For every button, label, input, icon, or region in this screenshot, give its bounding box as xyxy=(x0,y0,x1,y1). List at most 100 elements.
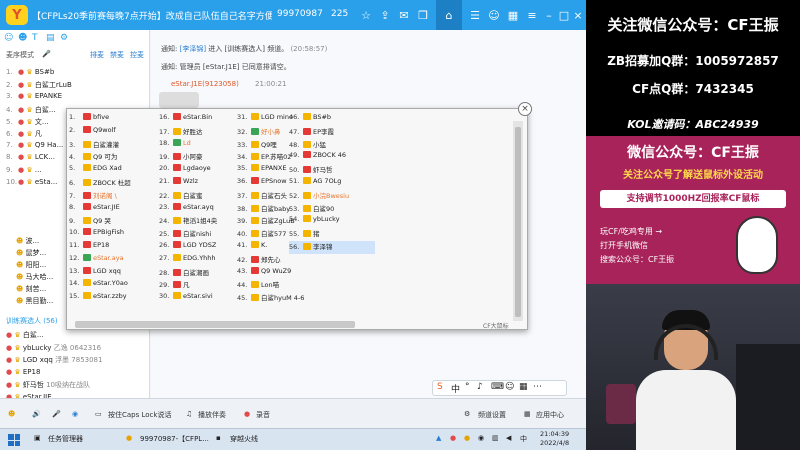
member-entry[interactable]: 30. eStar.sivi xyxy=(159,292,245,305)
member-entry[interactable]: 10. EPBigFish xyxy=(69,228,155,241)
member-entry[interactable]: 53. 白鲨90 xyxy=(289,203,375,216)
member-entry[interactable]: 54. ybLucky xyxy=(289,215,375,228)
member-entry[interactable]: 11. EP18 xyxy=(69,240,155,254)
member-entry[interactable]: 44. Lon喵 xyxy=(237,279,323,292)
member-entry[interactable]: 22. 白鲨蜜 xyxy=(159,190,245,203)
member-entry[interactable]: 25. 白鲨nishi xyxy=(159,228,245,241)
queue-item[interactable]: 10.● ♛ eSta... xyxy=(6,178,57,190)
queue-item[interactable]: 3. ● ♛ EPANKE xyxy=(6,92,62,104)
settings-icon[interactable]: ⚙ xyxy=(60,33,68,43)
member-entry[interactable]: 48. 小猛 xyxy=(289,139,375,152)
member-entry[interactable]: 52. 小浣Bwesiu xyxy=(289,190,375,203)
member-entry[interactable]: 28. 白鲨潮画 xyxy=(159,267,245,280)
yy-pet-icon[interactable]: ☻ xyxy=(8,410,15,418)
member-entry[interactable]: 14. eStar.Y0ao xyxy=(69,279,155,292)
apps-icon[interactable]: ▦ xyxy=(504,6,522,24)
queue-item[interactable]: 9. ● ♛ ... xyxy=(6,166,42,178)
member-entry[interactable]: 12. eStar.aya xyxy=(69,253,155,267)
sogou-icon[interactable]: S xyxy=(437,382,443,392)
network-icon[interactable]: ▥ xyxy=(492,434,499,442)
user-icon[interactable]: ☺ xyxy=(4,33,13,43)
member-entry[interactable]: 50. 虾马哲 xyxy=(289,164,375,177)
tray-icon[interactable]: ◉ xyxy=(478,434,484,442)
train-user[interactable]: ● ♛ LGD xqq 浮墨 7853081 xyxy=(6,355,102,367)
member-entry[interactable]: 46. BS#b xyxy=(289,113,375,126)
menu-icon[interactable]: ≡ xyxy=(523,6,541,24)
tray-icon[interactable]: ▲ xyxy=(436,434,441,442)
member-entry[interactable]: 47. EP李霞 xyxy=(289,126,375,139)
queue-item[interactable]: 5. ● ♛ 文... xyxy=(6,117,49,129)
more-icon[interactable]: ⋯ xyxy=(533,382,542,392)
list-icon[interactable]: ☰ xyxy=(466,6,484,24)
member-entry[interactable]: 13. LGD xqq xyxy=(69,266,155,280)
popup-close-icon[interactable]: × xyxy=(518,102,532,116)
control-mic-button[interactable]: 控麦 xyxy=(130,50,144,60)
member-entry[interactable]: 21. Wzlz xyxy=(159,176,245,190)
punctuation-icon[interactable]: ° xyxy=(465,382,470,392)
chat-image-bubble[interactable] xyxy=(159,92,199,108)
member-entry[interactable]: 42. 郑先心 xyxy=(237,254,323,267)
horizontal-scrollbar[interactable] xyxy=(75,321,355,328)
scroll-thumb[interactable] xyxy=(515,127,521,317)
tree-item[interactable]: ☻ 刻苦... xyxy=(16,284,46,296)
notes-icon[interactable]: ▤ xyxy=(46,33,55,43)
play-accompaniment-button[interactable]: 播放伴奏 xyxy=(198,410,226,420)
speaker-icon[interactable]: 🔊 xyxy=(32,410,41,418)
member-entry[interactable]: 7. 刘诺阁 \ xyxy=(69,190,155,203)
star-icon[interactable]: ☆ xyxy=(357,6,375,24)
queue-item[interactable]: 4. ● ♛ 白鲨... xyxy=(6,105,56,117)
taskbar-task-manager[interactable]: 任务管理器 xyxy=(48,434,83,444)
text-icon[interactable]: T xyxy=(32,33,38,43)
mic-mode-label[interactable]: 麦序模式 xyxy=(6,50,34,60)
member-entry[interactable]: 43. Q9 WuZ9 xyxy=(237,266,323,280)
queue-item[interactable]: 8. ● ♛ LCK... xyxy=(6,153,55,165)
queue-item[interactable]: 1. ● ♛ BS#b xyxy=(6,68,54,80)
train-channel-label[interactable]: 训练赛选人 (56) xyxy=(6,316,58,326)
volume-icon[interactable]: ◀ xyxy=(506,434,511,442)
share-icon[interactable]: ⇪ xyxy=(376,6,394,24)
queue-item[interactable]: 6. ● ♛ 凡 xyxy=(6,129,42,141)
member-entry[interactable]: 20. Lgdaoye xyxy=(159,164,245,177)
tree-item[interactable]: ☻ 阳阳... xyxy=(16,260,46,272)
mic-icon[interactable]: 🎤 xyxy=(42,50,51,58)
train-user[interactable]: ● ♛ EP18 xyxy=(6,368,40,380)
voice-icon[interactable]: ♪ xyxy=(477,382,483,392)
member-entry[interactable]: 56. 李泽锦 xyxy=(289,240,375,254)
windows-start-icon[interactable] xyxy=(8,434,20,446)
member-entry[interactable]: 51. AG 7OLg xyxy=(289,176,375,190)
member-entry[interactable]: 6. ZBOCK 杜超 xyxy=(69,177,155,190)
skin-icon[interactable]: ☺ xyxy=(505,382,514,392)
member-entry[interactable]: 55. 猪 xyxy=(289,228,375,241)
member-entry[interactable]: 26. LGD YDSZ xyxy=(159,240,245,254)
taskbar-yy-window[interactable]: 99970987-【CFPL... xyxy=(140,434,209,444)
notice-user[interactable]: [李泽锦] xyxy=(180,45,206,53)
message-icon[interactable]: ✉ xyxy=(395,6,413,24)
member-entry[interactable]: 5. EDG Xad xyxy=(69,164,155,177)
gift-icon[interactable]: ❒ xyxy=(414,6,432,24)
tree-item[interactable]: ☻ 马大哈... xyxy=(16,272,53,284)
tray-icon[interactable]: ● xyxy=(464,434,470,442)
member-entry[interactable]: 9. Q9 哭 xyxy=(69,215,155,228)
member-entry[interactable]: 24. 艳滔1姐4央 xyxy=(159,215,245,228)
queue-item[interactable]: 2. ● ♛ 白鲨工rLuB xyxy=(6,80,72,92)
member-entry[interactable]: 1. bfive xyxy=(69,113,155,126)
tree-item[interactable]: ☻ 黑目勤... xyxy=(16,296,53,308)
tree-item[interactable]: ☻ 鼠梦... xyxy=(16,248,46,260)
record-button[interactable]: 录音 xyxy=(256,410,270,420)
app-center-button[interactable]: 应用中心 xyxy=(536,410,564,420)
keyboard-icon[interactable]: ⌨ xyxy=(491,382,504,392)
member-entry[interactable]: 19. 小阿豪 xyxy=(159,151,245,164)
system-clock[interactable]: 21:04:39 2022/4/8 xyxy=(540,430,569,448)
ime-icon[interactable]: 中 xyxy=(520,434,527,444)
mic-settings-icon[interactable]: 🎤 xyxy=(52,410,61,418)
member-entry[interactable]: 27. EDG.Yhhh xyxy=(159,253,245,267)
ime-mode-icon[interactable]: 中 xyxy=(451,382,460,395)
vertical-scrollbar[interactable] xyxy=(513,121,523,321)
person-icon[interactable]: ☺ xyxy=(485,6,503,24)
member-entry[interactable]: 15. eStar.zzby xyxy=(69,292,155,305)
tree-item[interactable]: ☻ 波... xyxy=(16,236,39,248)
member-entry[interactable]: 17. 好胜达 xyxy=(159,126,245,139)
channel-settings-button[interactable]: 频道设置 xyxy=(478,410,506,420)
member-entry[interactable]: 2. Q9wolf xyxy=(69,125,155,139)
member-entry[interactable]: 29. 凡 xyxy=(159,279,245,292)
